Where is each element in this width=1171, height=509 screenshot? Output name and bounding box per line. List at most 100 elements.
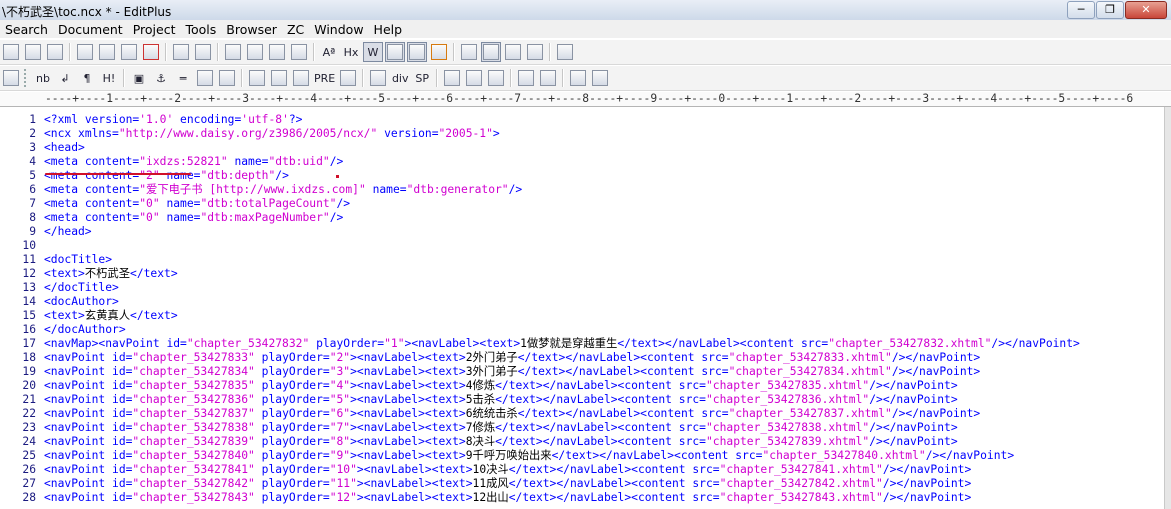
menu-window[interactable]: Window bbox=[309, 22, 368, 37]
copy-icon[interactable] bbox=[97, 42, 117, 62]
code-text: <ncx xmlns="http://www.daisy.org/z3986/2… bbox=[44, 127, 500, 141]
code-line[interactable]: 6 <meta content="爱下电子书 [http://www.ixdzs.… bbox=[0, 183, 1165, 197]
menu-zc[interactable]: ZC bbox=[282, 22, 309, 37]
code-token: /></navPoint> bbox=[925, 449, 1015, 462]
find-icon[interactable] bbox=[223, 42, 243, 62]
code-line[interactable]: 20 <navPoint id="chapter_53427835" playOr… bbox=[0, 379, 1165, 393]
replace-icon[interactable] bbox=[245, 42, 265, 62]
form-icon[interactable] bbox=[269, 68, 289, 88]
code-line[interactable]: 27 <navPoint id="chapter_53427842" playOr… bbox=[0, 477, 1165, 491]
font-icon[interactable]: Aª bbox=[319, 42, 339, 62]
minimize-button[interactable]: ─ bbox=[1067, 1, 1095, 19]
pre-button[interactable]: PRE bbox=[313, 68, 336, 88]
delete-icon[interactable] bbox=[141, 42, 161, 62]
menu-browser[interactable]: Browser bbox=[221, 22, 282, 37]
code-line[interactable]: 23 <navPoint id="chapter_53427838" playOr… bbox=[0, 421, 1165, 435]
nbsp-button[interactable]: nb bbox=[33, 68, 53, 88]
code-line[interactable]: 19 <navPoint id="chapter_53427834" playOr… bbox=[0, 365, 1165, 379]
print-preview-icon[interactable] bbox=[45, 42, 65, 62]
table-icon[interactable] bbox=[247, 68, 267, 88]
color-icon[interactable] bbox=[486, 68, 506, 88]
line-number-icon[interactable] bbox=[385, 42, 405, 62]
code-line[interactable]: 3 <head> bbox=[0, 141, 1165, 155]
code-line[interactable]: 7 <meta content="0" name="dtb:totalPageCo… bbox=[0, 197, 1165, 211]
code-line[interactable]: 11 <docTitle> bbox=[0, 253, 1165, 267]
print-icon[interactable] bbox=[1, 42, 21, 62]
menu-tools[interactable]: Tools bbox=[181, 22, 222, 37]
line-number: 27 bbox=[22, 477, 36, 490]
code-line[interactable]: 21 <navPoint id="chapter_53427836" playOr… bbox=[0, 393, 1165, 407]
code-line[interactable]: 18 <navPoint id="chapter_53427833" playOr… bbox=[0, 351, 1165, 365]
code-line[interactable]: 24 <navPoint id="chapter_53427839" playOr… bbox=[0, 435, 1165, 449]
vertical-scrollbar[interactable] bbox=[1164, 107, 1171, 509]
undo-icon[interactable] bbox=[171, 42, 191, 62]
browser-icon[interactable] bbox=[568, 68, 588, 88]
text-editor[interactable]: 1 <?xml version='1.0' encoding='utf-8'?> 2… bbox=[0, 107, 1165, 509]
ruler-icon[interactable] bbox=[407, 42, 427, 62]
code-line[interactable]: 22 <navPoint id="chapter_53427837" playOr… bbox=[0, 407, 1165, 421]
line-break-button[interactable]: ↲ bbox=[55, 68, 75, 88]
check-icon[interactable] bbox=[429, 42, 449, 62]
copyright-icon[interactable] bbox=[217, 68, 237, 88]
close-button[interactable]: ✕ bbox=[1125, 1, 1167, 19]
output-window-icon[interactable] bbox=[503, 42, 523, 62]
code-line[interactable]: 10 bbox=[0, 239, 1165, 253]
code-line[interactable]: 28 <navPoint id="chapter_53427843" playOr… bbox=[0, 491, 1165, 505]
fullscreen-icon[interactable] bbox=[525, 42, 545, 62]
code-line[interactable]: 8 <meta content="0" name="dtb:maxPageNumb… bbox=[0, 211, 1165, 225]
hex-icon[interactable]: Hx bbox=[341, 42, 361, 62]
window-icon[interactable] bbox=[590, 68, 610, 88]
code-token: /></navPoint> bbox=[869, 379, 958, 392]
code-line[interactable]: 16 </docAuthor> bbox=[0, 323, 1165, 337]
list-icon[interactable] bbox=[338, 68, 358, 88]
preview-icon[interactable] bbox=[538, 68, 558, 88]
spellcheck-icon[interactable] bbox=[23, 42, 43, 62]
find-in-files-icon[interactable] bbox=[267, 42, 287, 62]
heading-button[interactable]: H! bbox=[99, 68, 119, 88]
menu-project[interactable]: Project bbox=[128, 22, 181, 37]
code-token: /></navPoint> bbox=[891, 407, 981, 420]
span-button[interactable]: SP bbox=[412, 68, 432, 88]
code-token: > bbox=[492, 127, 500, 140]
maximize-button[interactable]: ❐ bbox=[1096, 1, 1124, 19]
cut-icon[interactable] bbox=[75, 42, 95, 62]
code-token: 2外门弟子 bbox=[465, 351, 518, 364]
cliptext-icon[interactable] bbox=[459, 42, 479, 62]
code-line[interactable]: 2 <ncx xmlns="http://www.daisy.org/z3986/… bbox=[0, 127, 1165, 141]
font-tag-icon[interactable] bbox=[368, 68, 388, 88]
code-line[interactable]: 15 <text>玄黄真人</text> bbox=[0, 309, 1165, 323]
code-line[interactable]: 9 </head> bbox=[0, 225, 1165, 239]
grid-icon[interactable] bbox=[1, 68, 21, 88]
redo-icon[interactable] bbox=[193, 42, 213, 62]
paste-icon[interactable] bbox=[119, 42, 139, 62]
code-token: "http://www.daisy.org/z3986/2005/ncx/" bbox=[118, 127, 378, 140]
menu-search[interactable]: Search bbox=[0, 22, 53, 37]
code-line[interactable]: 13 </docTitle> bbox=[0, 281, 1165, 295]
edit-tag-icon[interactable] bbox=[442, 68, 462, 88]
code-text: <navPoint id="chapter_53427840" playOrde… bbox=[44, 449, 1014, 463]
code-line[interactable]: 12 <text>不朽武圣</text> bbox=[0, 267, 1165, 281]
html-toolbar-icon[interactable] bbox=[516, 68, 536, 88]
paragraph-button[interactable]: ¶ bbox=[77, 68, 97, 88]
code-line[interactable]: 25 <navPoint id="chapter_53427840" playOr… bbox=[0, 449, 1165, 463]
style-icon[interactable] bbox=[464, 68, 484, 88]
highlight-icon[interactable] bbox=[195, 68, 215, 88]
hr-button[interactable]: ═ bbox=[173, 68, 193, 88]
code-line[interactable]: 14 <docAuthor> bbox=[0, 295, 1165, 309]
div-button[interactable]: div bbox=[390, 68, 410, 88]
directory-icon[interactable] bbox=[481, 42, 501, 62]
code-line[interactable]: 17 <navMap><navPoint id="chapter_53427832… bbox=[0, 337, 1165, 351]
code-line[interactable]: 4 <meta content="ixdzs:52821" name="dtb:u… bbox=[0, 155, 1165, 169]
code-line[interactable]: 26 <navPoint id="chapter_53427841" playOr… bbox=[0, 463, 1165, 477]
word-wrap-icon[interactable]: W bbox=[363, 42, 383, 62]
code-line[interactable]: 1 <?xml version='1.0' encoding='utf-8'?> bbox=[0, 113, 1165, 127]
goto-icon[interactable] bbox=[289, 42, 309, 62]
center-icon[interactable] bbox=[291, 68, 311, 88]
help-pointer-icon[interactable] bbox=[555, 42, 575, 62]
menu-document[interactable]: Document bbox=[53, 22, 128, 37]
toolbar-separator bbox=[123, 69, 125, 87]
image-button[interactable]: ▣ bbox=[129, 68, 149, 88]
code-line[interactable]: 5 <meta content="2" name="dtb:depth"/> bbox=[0, 169, 1165, 183]
anchor-button[interactable]: ⚓ bbox=[151, 68, 171, 88]
menu-help[interactable]: Help bbox=[369, 22, 408, 37]
